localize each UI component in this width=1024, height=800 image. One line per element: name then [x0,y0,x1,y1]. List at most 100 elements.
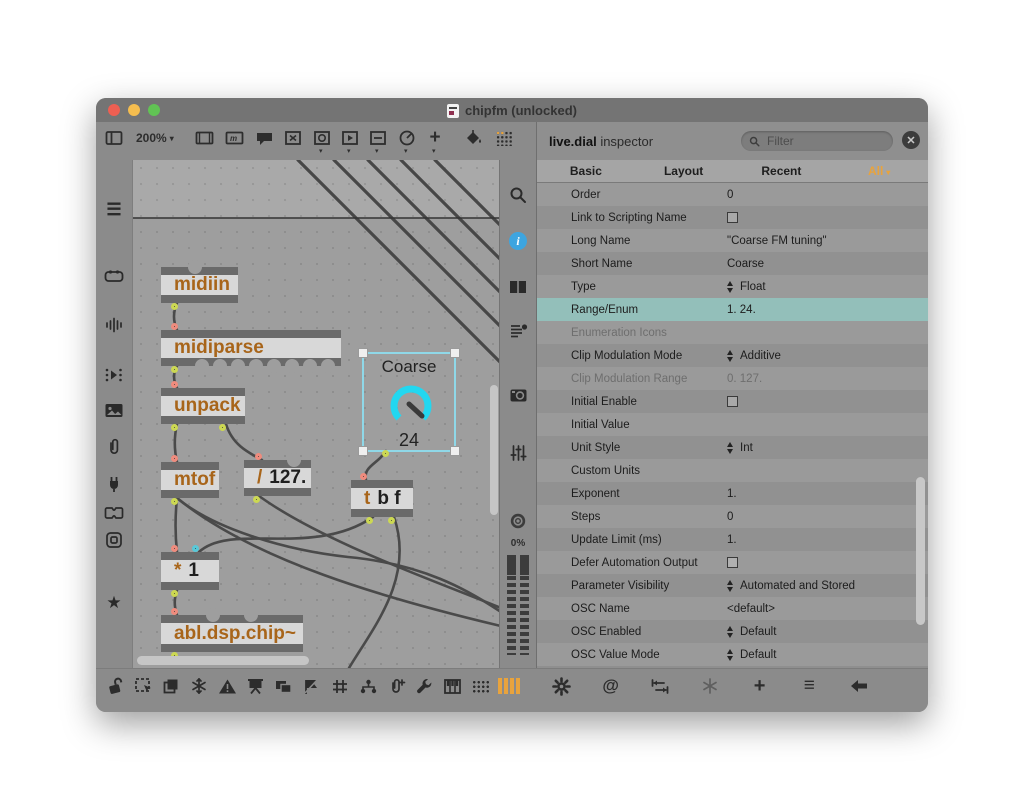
inspector-row[interactable]: Order0 [537,183,928,206]
object-box-unpack[interactable]: unpack [161,388,245,424]
outlet-port[interactable] [171,424,178,431]
hierarchy-icon[interactable] [357,675,379,697]
outlet-port[interactable] [171,303,178,310]
patch-cord[interactable] [435,160,500,226]
object-box-mtof[interactable]: mtof [161,462,219,498]
zoom-level-select[interactable]: 200%▾ [136,131,174,145]
patch-cord[interactable] [177,498,500,612]
device-icon[interactable] [104,503,124,523]
inlet-port[interactable] [171,545,178,552]
grid-snap-icon[interactable] [329,675,351,697]
checkbox[interactable] [727,396,738,407]
stepper-icon[interactable] [727,281,733,293]
patch-cord[interactable] [368,160,500,293]
record-icon[interactable] [507,510,529,532]
dial-knob[interactable] [381,376,441,436]
inlet-port[interactable] [171,608,178,615]
outlet-port[interactable] [171,498,178,505]
warnings-icon[interactable] [217,675,239,697]
audio-status-icon[interactable] [104,315,124,335]
inspector-row[interactable]: Range/Enum1. 24. [537,298,928,321]
setting-value[interactable]: "Coarse FM tuning" [727,235,827,247]
inspector-row[interactable]: TypeFloat [537,275,928,298]
canvas-vertical-scrollbar[interactable] [490,385,498,515]
piano-keyboard-icon[interactable] [442,675,464,697]
filter-search-field[interactable] [741,131,893,151]
setting-value[interactable]: 1. [727,488,737,500]
side-panels-icon[interactable] [507,276,529,298]
filter-input[interactable] [765,133,875,149]
image-icon[interactable] [104,400,124,420]
select-region-icon[interactable] [132,675,154,697]
checkbox[interactable] [727,557,738,568]
gear-icon[interactable] [550,675,572,697]
tab-layout[interactable]: Layout [635,164,733,178]
title-bar[interactable]: chipfm (unlocked) [96,98,928,122]
setting-value[interactable]: 0. 127. [727,373,762,385]
setting-value[interactable] [727,212,738,223]
setting-value[interactable]: Float [727,281,766,293]
object-box-multiply[interactable]: *1 [161,552,219,590]
tab-basic[interactable]: Basic [537,164,635,178]
inspector-row[interactable]: Exponent1. [537,482,928,505]
presentation-mode-icon[interactable] [245,675,267,697]
attach-plus-icon[interactable] [385,675,407,697]
inspector-row[interactable]: OSC Name<default> [537,597,928,620]
inspector-row[interactable]: Enumeration Icons [537,321,928,344]
new-object-icon[interactable] [194,128,214,148]
menu-icon[interactable]: ≡ [798,675,820,697]
setting-value[interactable]: Automated and Stored [727,580,855,592]
sidebar-toggle-icon[interactable] [104,128,124,148]
outlet-port[interactable] [219,424,226,431]
outlet-port[interactable] [382,450,389,457]
inlet-port[interactable] [171,323,178,330]
stepper-icon[interactable] [727,442,733,454]
setting-value[interactable]: 1. 24. [727,304,756,316]
object-box-midiin[interactable]: midiin [161,267,238,303]
inspector-row[interactable]: Clip Modulation ModeAdditive [537,344,928,367]
object-box-trigger[interactable]: tb f [351,480,413,517]
patcher-canvas[interactable]: midiin midiparse [132,160,500,668]
favorites-star-icon[interactable]: ★ [104,593,124,613]
inspector-row[interactable]: Initial Value [537,413,928,436]
inspector-row[interactable]: Custom Units [537,459,928,482]
swap-arrows-icon[interactable] [649,675,671,697]
new-toggle-icon[interactable] [283,128,303,148]
tab-all[interactable]: All▾ [830,164,928,178]
setting-value[interactable]: 0 [727,511,733,523]
hide-on-lock-icon[interactable] [301,675,323,697]
new-comment-icon[interactable] [254,128,274,148]
new-dial-icon[interactable] [397,128,417,148]
freeze-icon[interactable] [188,675,210,697]
grid-options-icon[interactable] [494,128,514,148]
tab-recent[interactable]: Recent [733,164,831,178]
setting-value[interactable]: Default [727,649,776,661]
outlet-port[interactable] [171,366,178,373]
menu-icon[interactable]: ☰ [104,200,124,220]
paperclip-icon[interactable] [104,436,124,456]
outlet-port[interactable] [253,496,260,503]
inspector-row[interactable]: OSC Value ModeDefault [537,643,928,666]
patch-cord[interactable] [334,160,500,327]
setting-value[interactable] [727,557,738,568]
keypad-icon[interactable] [470,675,492,697]
inspector-row[interactable]: Clip Modulation Range0. 127. [537,367,928,390]
paint-bucket-icon[interactable] [464,128,484,148]
outlet-port[interactable] [171,590,178,597]
inspector-row[interactable]: Link to Scripting Name [537,206,928,229]
inspector-row[interactable]: Parameter VisibilityAutomated and Stored [537,574,928,597]
unlock-icon[interactable] [104,675,126,697]
object-box-divide[interactable]: /127. [244,460,311,496]
new-number-icon[interactable] [368,128,388,148]
inspector-info-icon[interactable]: i [507,230,529,252]
patch-cord[interactable] [176,498,178,552]
console-icon[interactable] [104,266,124,286]
inspector-row[interactable]: Long Name"Coarse FM tuning" [537,229,928,252]
outlet-port[interactable] [366,517,373,524]
stepper-icon[interactable] [727,626,733,638]
inlet-port[interactable] [171,455,178,462]
add-object-icon[interactable]: + [425,128,445,148]
outlet-port[interactable] [388,517,395,524]
setting-value[interactable]: Default [727,626,776,638]
layer-panels-icon[interactable] [273,675,295,697]
